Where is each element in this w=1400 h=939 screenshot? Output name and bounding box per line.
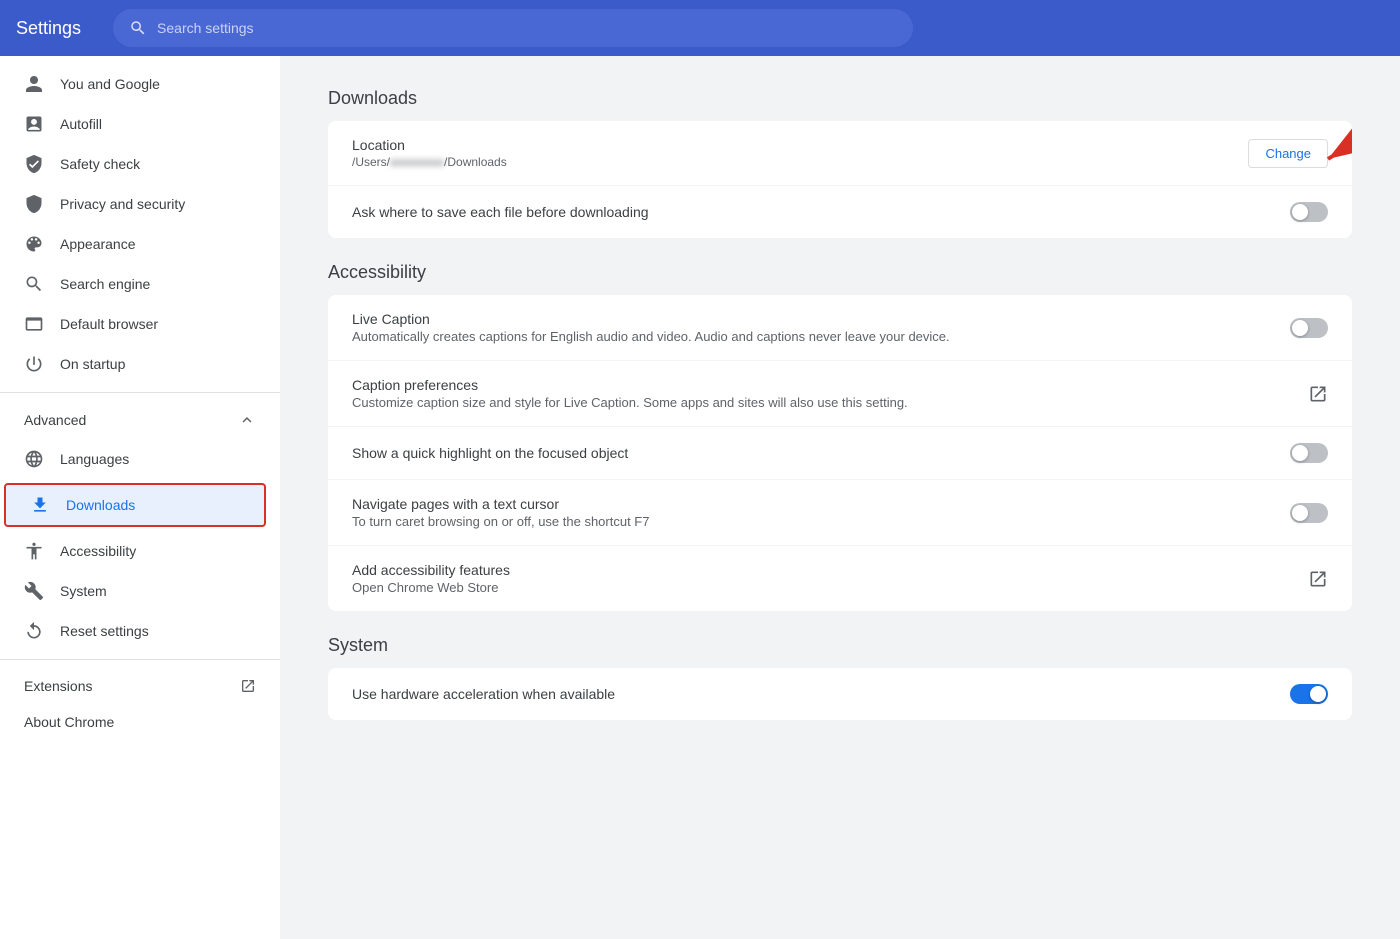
shield-check-icon (24, 154, 44, 174)
sidebar-label-autofill: Autofill (60, 116, 102, 132)
add-features-label: Add accessibility features (352, 562, 1308, 578)
highlight-label: Show a quick highlight on the focused ob… (352, 445, 1290, 461)
sidebar-item-extensions[interactable]: Extensions (0, 668, 280, 704)
download-icon (30, 495, 50, 515)
sidebar-item-languages[interactable]: Languages (0, 439, 272, 479)
ask-where-row: Ask where to save each file before downl… (328, 186, 1352, 238)
caption-prefs-external-icon (1308, 384, 1328, 404)
about-chrome-label: About Chrome (24, 714, 114, 730)
add-features-desc: Open Chrome Web Store (352, 580, 1308, 595)
downloads-section-title: Downloads (328, 88, 1352, 109)
system-section-title: System (328, 635, 1352, 656)
power-icon (24, 354, 44, 374)
downloads-card: Location /Users/xxxxxxxxx/Downloads Chan… (328, 121, 1352, 238)
palette-icon (24, 234, 44, 254)
text-cursor-label: Navigate pages with a text cursor (352, 496, 1290, 512)
text-cursor-toggle[interactable] (1290, 503, 1328, 523)
sidebar-label-you-and-google: You and Google (60, 76, 160, 92)
sidebar-item-you-and-google[interactable]: You and Google (0, 64, 272, 104)
sidebar-label-privacy-security: Privacy and security (60, 196, 185, 212)
sidebar-divider (0, 392, 280, 393)
change-button[interactable]: Change (1248, 139, 1328, 168)
system-card: Use hardware acceleration when available (328, 668, 1352, 720)
accessibility-card: Live Caption Automatically creates capti… (328, 295, 1352, 611)
external-link-icon (240, 678, 256, 694)
accessibility-section-title: Accessibility (328, 262, 1352, 283)
layout: You and Google Autofill Safety check Pri… (0, 56, 1400, 939)
location-label: Location (352, 137, 1248, 153)
text-cursor-row: Navigate pages with a text cursor To tur… (328, 480, 1352, 546)
search-bar[interactable] (113, 9, 913, 47)
sidebar: You and Google Autofill Safety check Pri… (0, 56, 280, 939)
hardware-accel-label: Use hardware acceleration when available (352, 686, 1290, 702)
main-content: Downloads Location /Users/xxxxxxxxx/Down… (280, 56, 1400, 939)
sidebar-item-autofill[interactable]: Autofill (0, 104, 272, 144)
sidebar-item-reset-settings[interactable]: Reset settings (0, 611, 272, 651)
downloads-location-row: Location /Users/xxxxxxxxx/Downloads Chan… (328, 121, 1352, 186)
sidebar-label-languages: Languages (60, 451, 129, 467)
shield-icon (24, 194, 44, 214)
caption-prefs-desc: Customize caption size and style for Liv… (352, 395, 1308, 410)
app-title: Settings (16, 18, 81, 39)
search-engine-icon (24, 274, 44, 294)
sidebar-label-default-browser: Default browser (60, 316, 158, 332)
ask-where-label: Ask where to save each file before downl… (352, 204, 1290, 220)
search-icon (129, 19, 147, 37)
location-path-start: /Users/ (352, 155, 390, 169)
globe-icon (24, 449, 44, 469)
caption-prefs-label: Caption preferences (352, 377, 1308, 393)
advanced-label: Advanced (24, 412, 86, 428)
browser-icon (24, 314, 44, 334)
sidebar-item-appearance[interactable]: Appearance (0, 224, 272, 264)
reset-icon (24, 621, 44, 641)
hardware-accel-row: Use hardware acceleration when available (328, 668, 1352, 720)
sidebar-label-reset-settings: Reset settings (60, 623, 149, 639)
highlight-row: Show a quick highlight on the focused ob… (328, 427, 1352, 480)
sidebar-item-system[interactable]: System (0, 571, 272, 611)
location-path-username: xxxxxxxxx (390, 155, 444, 169)
sidebar-label-on-startup: On startup (60, 356, 125, 372)
accessibility-icon (24, 541, 44, 561)
advanced-section-header[interactable]: Advanced (0, 401, 280, 439)
extensions-label: Extensions (24, 678, 92, 694)
sidebar-divider-2 (0, 659, 280, 660)
sidebar-item-default-browser[interactable]: Default browser (0, 304, 272, 344)
ask-where-toggle[interactable] (1290, 202, 1328, 222)
wrench-icon (24, 581, 44, 601)
header: Settings (0, 0, 1400, 56)
live-caption-desc: Automatically creates captions for Engli… (352, 329, 1290, 344)
chevron-up-icon (238, 411, 256, 429)
change-wrapper: Change (1248, 139, 1328, 168)
sidebar-item-search-engine[interactable]: Search engine (0, 264, 272, 304)
live-caption-toggle[interactable] (1290, 318, 1328, 338)
hardware-accel-toggle[interactable] (1290, 684, 1328, 704)
sidebar-item-on-startup[interactable]: On startup (0, 344, 272, 384)
sidebar-label-appearance: Appearance (60, 236, 136, 252)
location-path-end: /Downloads (444, 155, 507, 169)
live-caption-row: Live Caption Automatically creates capti… (328, 295, 1352, 361)
sidebar-label-accessibility: Accessibility (60, 543, 136, 559)
location-path: /Users/xxxxxxxxx/Downloads (352, 155, 1248, 169)
sidebar-item-privacy-security[interactable]: Privacy and security (0, 184, 272, 224)
live-caption-label: Live Caption (352, 311, 1290, 327)
add-features-row: Add accessibility features Open Chrome W… (328, 546, 1352, 611)
autofill-icon (24, 114, 44, 134)
sidebar-label-system: System (60, 583, 107, 599)
sidebar-label-search-engine: Search engine (60, 276, 150, 292)
sidebar-item-safety-check[interactable]: Safety check (0, 144, 272, 184)
caption-prefs-row: Caption preferences Customize caption si… (328, 361, 1352, 427)
sidebar-item-downloads[interactable]: Downloads (4, 483, 266, 527)
add-features-external-icon (1308, 569, 1328, 589)
person-icon (24, 74, 44, 94)
highlight-toggle[interactable] (1290, 443, 1328, 463)
sidebar-item-accessibility[interactable]: Accessibility (0, 531, 272, 571)
search-input[interactable] (157, 20, 897, 36)
sidebar-label-safety-check: Safety check (60, 156, 140, 172)
sidebar-item-about-chrome[interactable]: About Chrome (0, 704, 272, 740)
text-cursor-desc: To turn caret browsing on or off, use th… (352, 514, 1290, 529)
sidebar-label-downloads: Downloads (66, 497, 135, 513)
